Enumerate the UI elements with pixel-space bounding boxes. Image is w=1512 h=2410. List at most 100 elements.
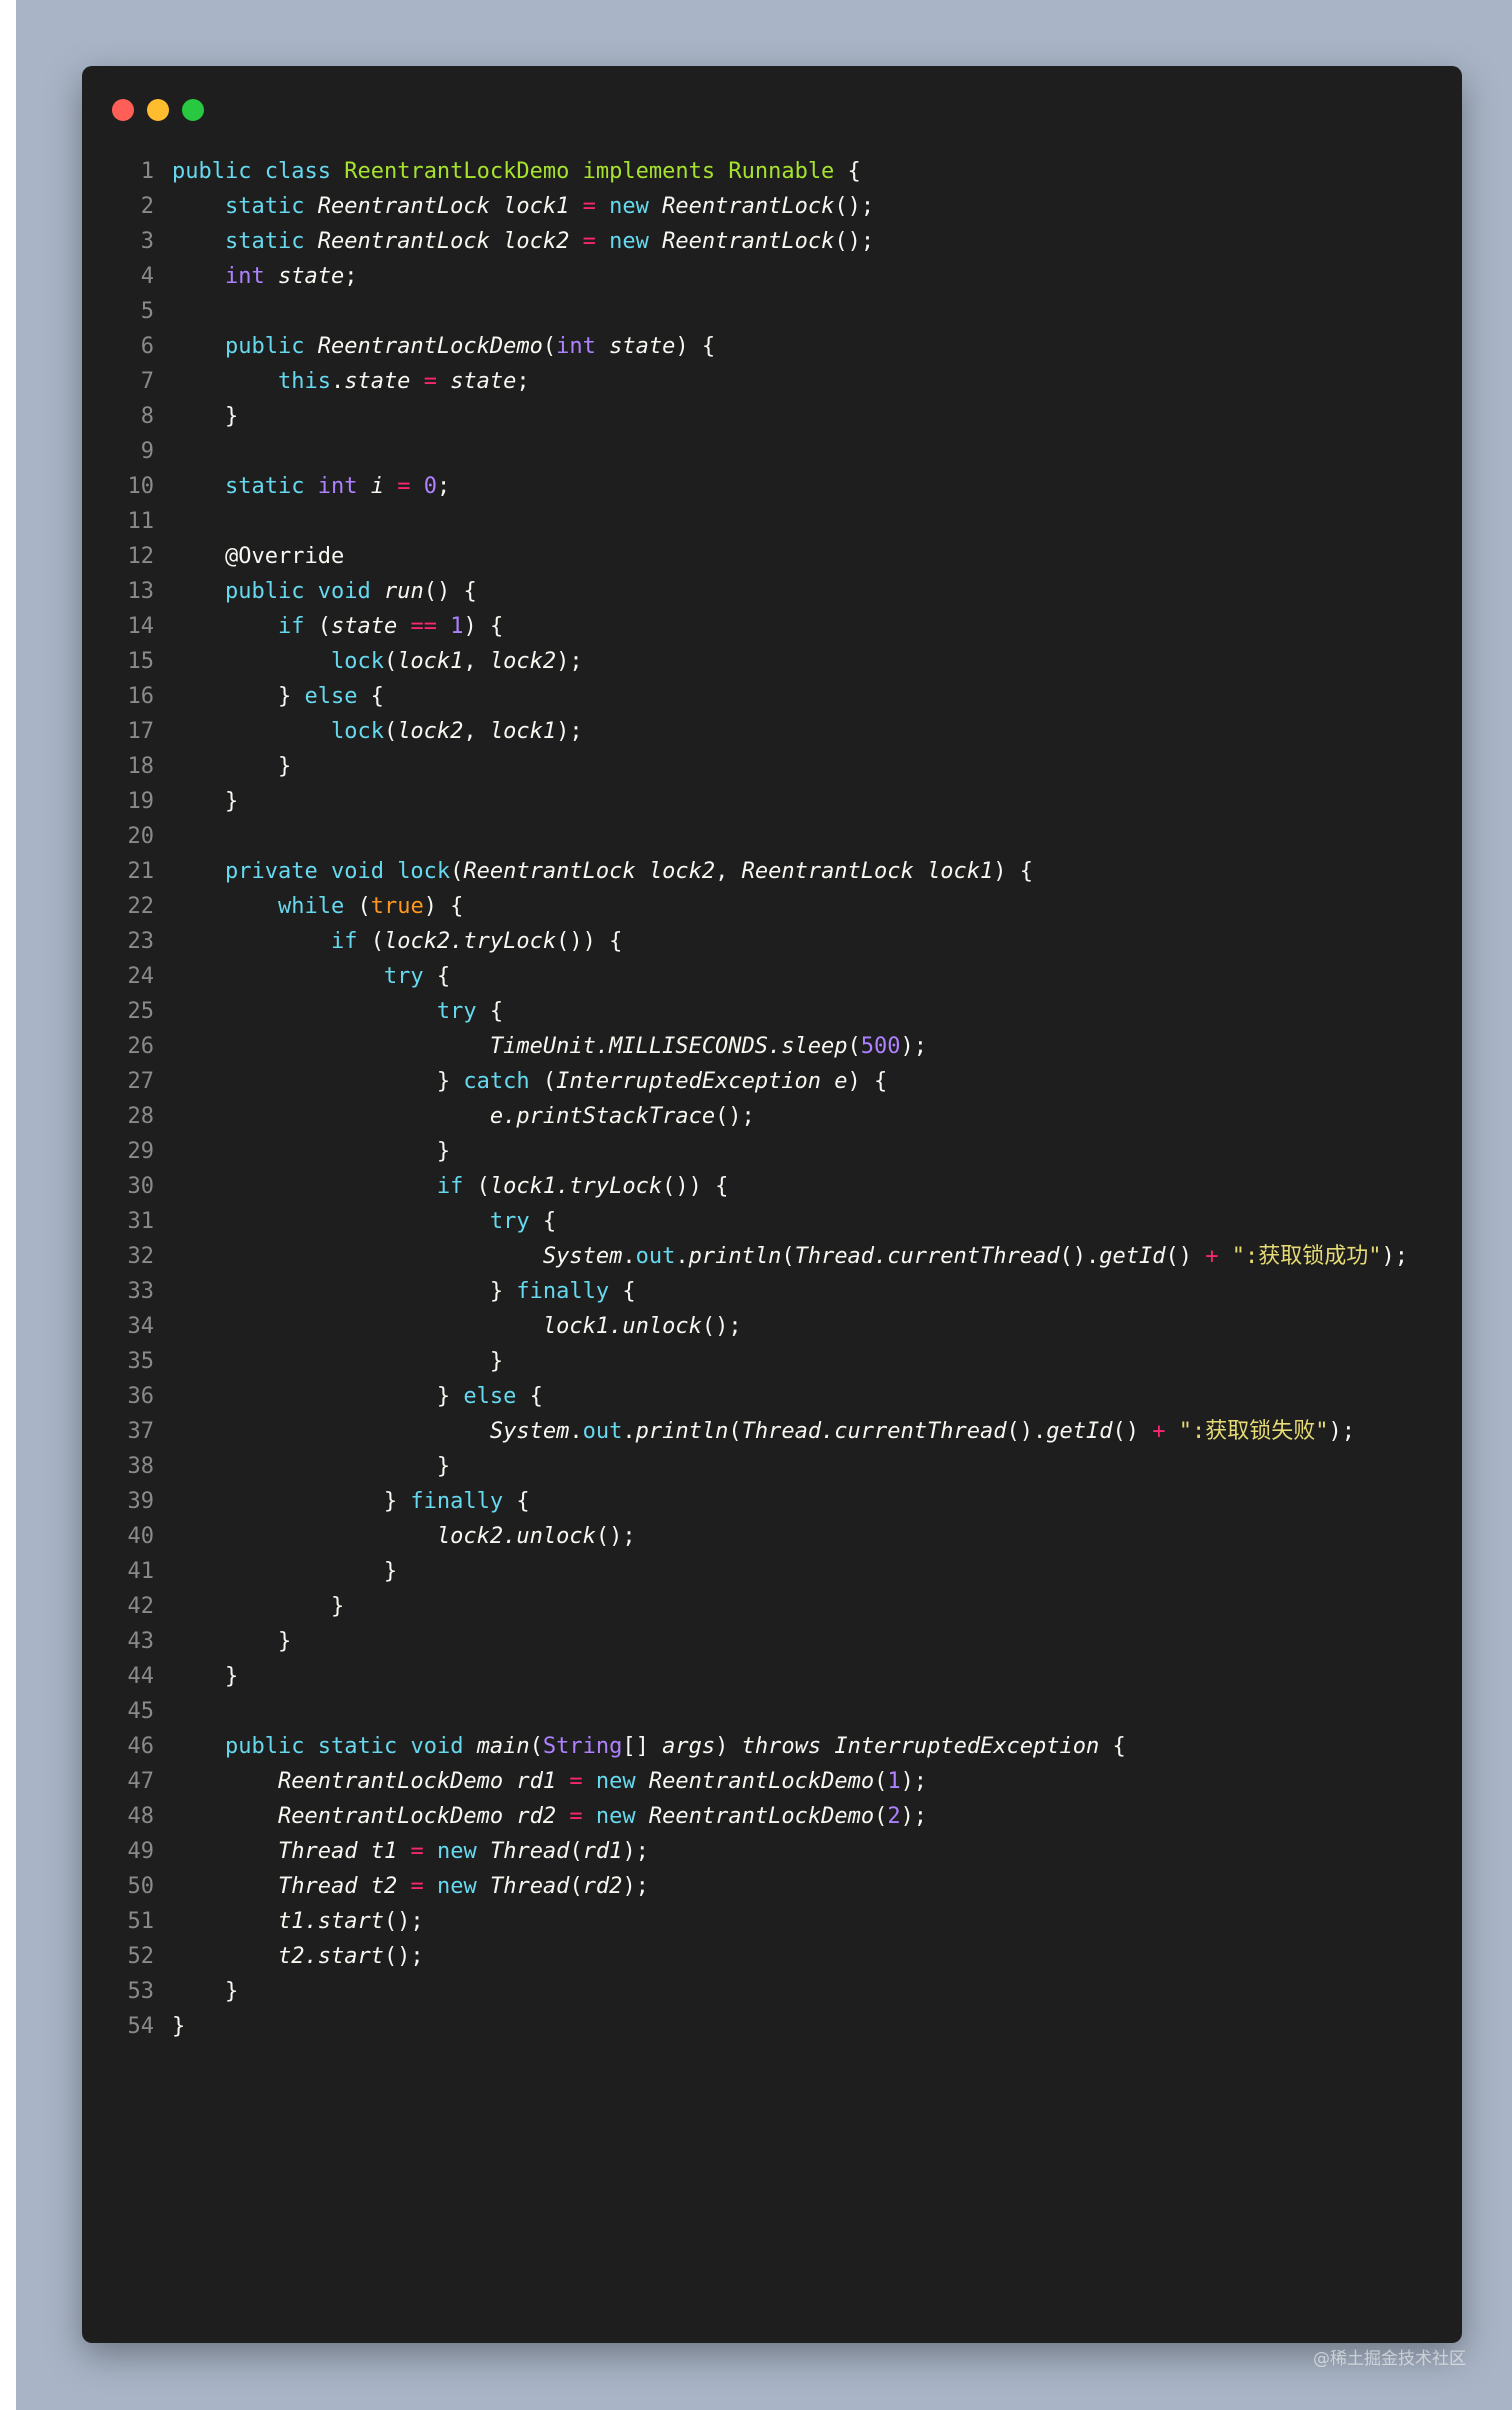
line-text: ReentrantLockDemo rd2 = new ReentrantLoc… <box>172 1799 927 1834</box>
line-text: } <box>172 749 291 784</box>
code-token: 1 <box>450 614 464 639</box>
line-number: 42 <box>127 1594 155 1619</box>
code-token: lock <box>330 719 384 744</box>
code-token: = <box>582 229 596 254</box>
code-line: 37 System.out.println(Thread.currentThre… <box>82 1414 1462 1449</box>
code-token: lock <box>397 859 451 884</box>
code-line: 36 } else { <box>82 1379 1462 1414</box>
line-number: 28 <box>127 1104 155 1129</box>
code-token: () <box>1165 1244 1206 1269</box>
line-number: 5 <box>140 299 154 324</box>
code-line: 39 } finally { <box>82 1484 1462 1519</box>
code-token: String <box>542 1734 623 1759</box>
code-token: state <box>450 369 517 394</box>
code-line: 31 try { <box>82 1204 1462 1239</box>
code-token: (); <box>383 1944 424 1969</box>
code-token: throws <box>741 1734 822 1759</box>
code-token: ) <box>715 1734 742 1759</box>
code-token: ); <box>1328 1419 1355 1444</box>
code-line: 2 static ReentrantLock lock1 = new Reent… <box>82 189 1462 224</box>
code-line: 42 } <box>82 1589 1462 1624</box>
code-token: ( <box>847 1034 861 1059</box>
code-token: lock2 <box>648 859 716 884</box>
code-token: @Override <box>172 544 345 569</box>
code-token: ) { <box>423 894 464 919</box>
line-number: 26 <box>127 1034 155 1059</box>
code-token: 500 <box>860 1034 901 1059</box>
line-number: 45 <box>127 1699 155 1724</box>
code-token: = <box>410 1874 424 1899</box>
code-token: ( <box>383 719 398 744</box>
code-token: lock2.unlock <box>436 1524 596 1549</box>
line-text: t1.start(); <box>172 1904 424 1939</box>
line-number: 22 <box>127 894 155 919</box>
code-token: , <box>715 859 742 884</box>
line-number: 7 <box>140 369 154 394</box>
code-line: 45 <box>82 1694 1462 1729</box>
code-token: ( <box>383 649 398 674</box>
code-token: . <box>330 369 345 394</box>
close-dot-icon[interactable] <box>112 99 134 121</box>
code-line: 18 } <box>82 749 1462 784</box>
code-token: try <box>489 1209 530 1234</box>
code-token: ); <box>1381 1244 1408 1269</box>
code-line: 54} <box>82 2009 1462 2044</box>
line-number: 43 <box>127 1629 155 1654</box>
code-token: System <box>489 1419 570 1444</box>
code-token: ) { <box>993 859 1034 884</box>
code-token: public <box>224 579 305 604</box>
line-number: 21 <box>127 859 155 884</box>
code-token: try <box>383 964 424 989</box>
code-token: ; <box>516 369 530 394</box>
code-line: 10 static int i = 0; <box>82 469 1462 504</box>
code-token: int <box>556 334 596 359</box>
code-token: (); <box>383 1909 424 1934</box>
line-text: ReentrantLockDemo rd1 = new ReentrantLoc… <box>172 1764 927 1799</box>
code-line: 41 } <box>82 1554 1462 1589</box>
line-number: 40 <box>127 1524 155 1549</box>
line-number: 39 <box>127 1489 155 1514</box>
line-number: 15 <box>127 649 155 674</box>
code-line: 14 if (state == 1) { <box>82 609 1462 644</box>
code-token: ()) { <box>662 1174 729 1199</box>
code-token: = <box>569 1804 583 1829</box>
code-line: 8 } <box>82 399 1462 434</box>
code-token: { <box>357 684 384 709</box>
line-number: 11 <box>127 509 155 534</box>
code-token: ReentrantLock <box>662 229 835 254</box>
code-line: 24 try { <box>82 959 1462 994</box>
code-token: state <box>277 264 345 289</box>
line-number: 27 <box>127 1069 155 1094</box>
code-line: 47 ReentrantLockDemo rd1 = new Reentrant… <box>82 1764 1462 1799</box>
minimize-dot-icon[interactable] <box>147 99 169 121</box>
line-number: 38 <box>127 1454 155 1479</box>
code-token: class <box>264 159 331 184</box>
maximize-dot-icon[interactable] <box>182 99 204 121</box>
code-token: ) { <box>463 614 504 639</box>
line-text: } <box>172 1589 344 1624</box>
line-text: public class ReentrantLockDemo implement… <box>172 154 861 189</box>
code-token: new <box>609 229 649 254</box>
code-token: ( <box>728 1419 742 1444</box>
code-token: rd2 <box>582 1874 623 1899</box>
line-text: } <box>172 2009 185 2044</box>
code-line: 26 TimeUnit.MILLISECONDS.sleep(500); <box>82 1029 1462 1064</box>
line-text: } <box>172 399 238 434</box>
code-token: ( <box>529 1069 557 1094</box>
